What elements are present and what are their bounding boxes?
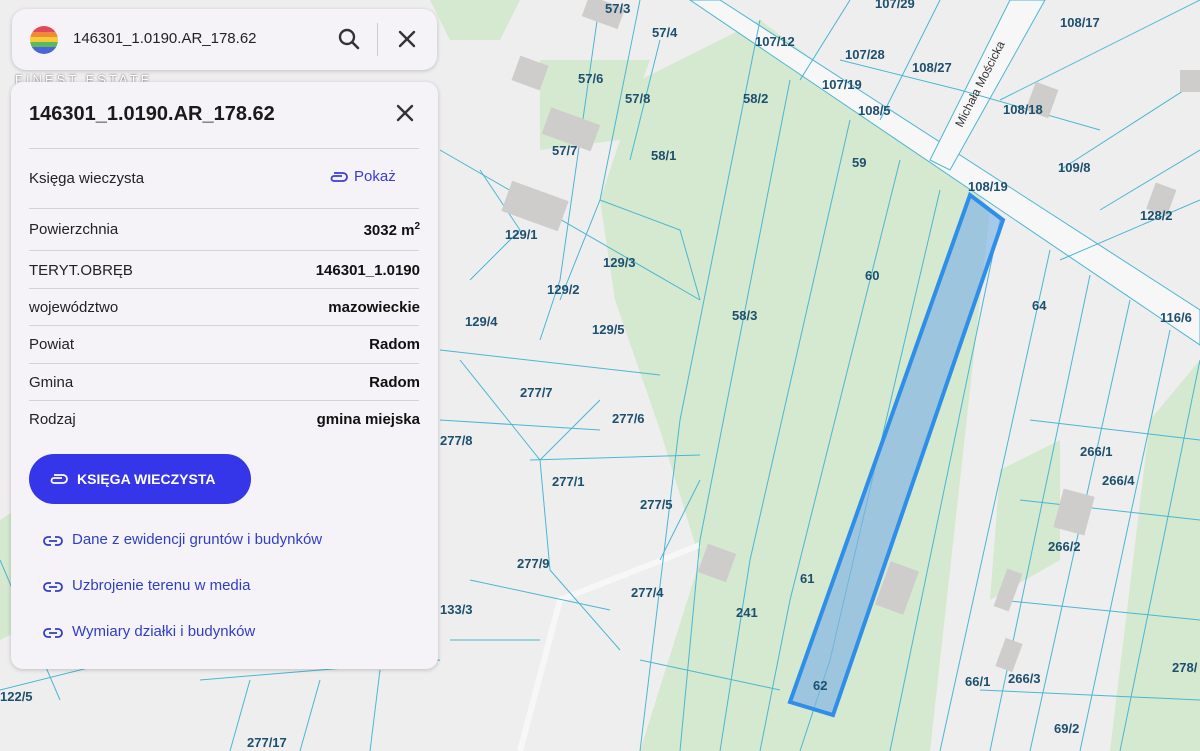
parcel-label: 266/4: [1102, 473, 1135, 488]
parcel-label: 58/3: [732, 308, 757, 323]
divider: [29, 400, 419, 401]
parcel-label: 116/6: [1160, 310, 1192, 325]
row-label-land-register: Księga wieczysta: [29, 170, 145, 187]
parcel-label: 107/12: [755, 34, 795, 49]
parcel-label: 57/3: [605, 1, 630, 16]
parcel-info-panel: 146301_1.0190.AR_178.62 Księga wieczysta…: [11, 82, 438, 669]
parcel-label: 277/9: [517, 556, 550, 571]
parcel-label: 57/4: [652, 25, 678, 40]
divider: [29, 363, 419, 364]
parcel-label: 277/6: [612, 411, 645, 426]
area-value: 3032 m2: [363, 221, 420, 239]
link-icon: [43, 582, 63, 592]
parcel-label: 109/8: [1058, 160, 1091, 175]
parcel-label: 129/5: [592, 322, 625, 337]
show-land-register-link[interactable]: Pokaż: [328, 168, 396, 185]
row-label-type: Rodzaj: [29, 411, 76, 428]
link-icon: [43, 536, 63, 546]
parcel-label: 128/2: [1140, 208, 1173, 223]
parcel-label: 107/29: [875, 0, 915, 11]
commune-value: Radom: [369, 374, 420, 391]
parcel-label: 57/8: [625, 91, 650, 106]
row-label-teryt: TERYT.OBRĘB: [29, 262, 133, 279]
parcel-label: 107/19: [822, 77, 862, 92]
search-bar[interactable]: 146301_1.0190.AR_178.62: [12, 9, 437, 70]
parcel-label: 69/2: [1054, 721, 1079, 736]
divider: [29, 288, 419, 289]
divider: [377, 23, 378, 56]
teryt-value: 146301_1.0190: [315, 262, 420, 279]
parcel-label: 129/3: [603, 255, 636, 270]
type-value: gmina miejska: [316, 411, 420, 428]
county-value: Radom: [369, 336, 420, 353]
link-icon: [43, 628, 63, 638]
parcel-label: 129/1: [505, 227, 538, 242]
app-logo-icon: [30, 26, 58, 54]
parcel-label: 108/17: [1060, 15, 1100, 30]
parcel-label: 129/2: [547, 282, 580, 297]
parcel-label: 241: [736, 605, 758, 620]
dimensions-link[interactable]: Wymiary działki i budynków: [43, 623, 255, 640]
utilities-link-label: Uzbrojenie terenu w media: [72, 577, 251, 594]
parcel-label: 277/5: [640, 497, 673, 512]
parcel-label: 277/7: [520, 385, 553, 400]
parcel-label: 60: [865, 268, 879, 283]
parcel-label: 129/4: [465, 314, 498, 329]
row-label-area: Powierzchnia: [29, 221, 119, 238]
divider: [29, 208, 419, 209]
building: [1180, 70, 1200, 92]
parcel-label: 266/3: [1008, 671, 1041, 686]
parcel-label: 122/5: [0, 689, 33, 704]
land-records-link-label: Dane z ewidencji gruntów i budynków: [72, 531, 323, 548]
parcel-label: 277/1: [552, 474, 585, 489]
paperclip-icon: [50, 474, 68, 484]
land-register-button[interactable]: KSIĘGA WIECZYSTA: [29, 454, 251, 504]
parcel-label: 64: [1032, 298, 1047, 313]
divider: [29, 250, 419, 251]
parcel-label: 277/17: [247, 735, 287, 750]
parcel-label: 277/4: [631, 585, 664, 600]
parcel-label: 59: [852, 155, 866, 170]
parcel-label: 278/: [1172, 660, 1198, 675]
utilities-link[interactable]: Uzbrojenie terenu w media: [43, 577, 250, 594]
parcel-label: 66/1: [965, 674, 990, 689]
divider: [29, 325, 419, 326]
parcel-label: 108/27: [912, 60, 952, 75]
row-label-commune: Gmina: [29, 374, 74, 391]
parcel-label: 58/1: [651, 148, 676, 163]
show-link-label: Pokaż: [354, 168, 396, 185]
parcel-label: 57/6: [578, 71, 603, 86]
parcel-label: 108/18: [1003, 102, 1043, 117]
parcel-label: 108/5: [858, 103, 891, 118]
divider: [29, 148, 419, 149]
parcel-label: 133/3: [440, 602, 473, 617]
parcel-label: 108/19: [968, 179, 1008, 194]
clear-search-icon[interactable]: [393, 25, 421, 53]
voivodeship-value: mazowieckie: [328, 299, 420, 316]
parcel-label: 61: [800, 571, 814, 586]
parcel-label: 277/8: [440, 433, 473, 448]
paperclip-icon: [330, 172, 348, 182]
row-label-county: Powiat: [29, 336, 75, 353]
dimensions-link-label: Wymiary działki i budynków: [72, 623, 256, 640]
parcel-label: 57/7: [552, 143, 577, 158]
search-input[interactable]: 146301_1.0190.AR_178.62: [73, 30, 257, 47]
close-icon[interactable]: [392, 100, 418, 126]
parcel-label: 107/28: [845, 47, 885, 62]
parcel-label: 62: [813, 678, 827, 693]
search-icon[interactable]: [335, 25, 363, 53]
parcel-label: 266/2: [1048, 539, 1081, 554]
panel-title: 146301_1.0190.AR_178.62: [29, 103, 275, 125]
parcel-label: 266/1: [1080, 444, 1113, 459]
land-records-link[interactable]: Dane z ewidencji gruntów i budynków: [43, 531, 322, 548]
land-register-button-label: KSIĘGA WIECZYSTA: [77, 471, 216, 487]
row-label-voivodeship: województwo: [29, 299, 119, 316]
parcel-label: 58/2: [743, 91, 768, 106]
